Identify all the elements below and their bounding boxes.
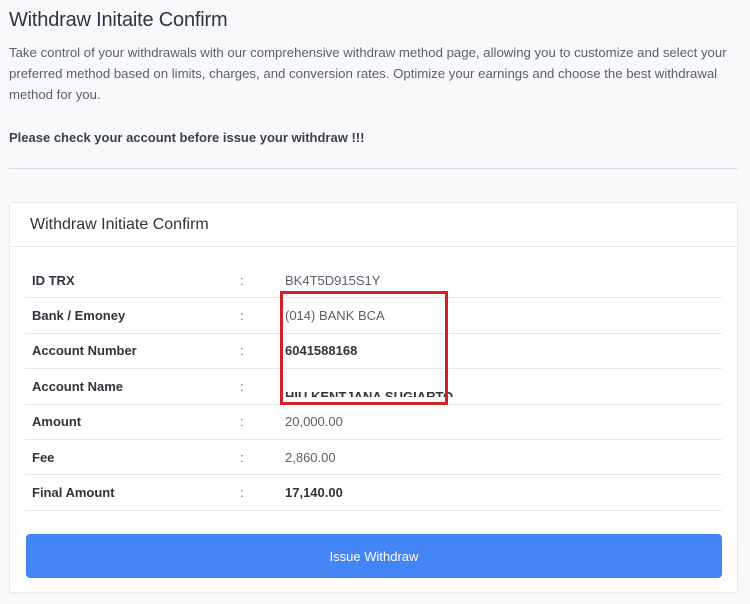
row-label: Fee [32,449,55,465]
card-header: Withdraw Initiate Confirm [10,203,737,247]
card-title: Withdraw Initiate Confirm [30,215,209,233]
row-value: HIU KENTJANA SUGIARTO [285,388,454,397]
row-separator: : [240,378,244,394]
divider [9,168,738,169]
detail-row-account-number: Account Number : 6041588168 [25,334,722,370]
row-label: Account Name [32,378,124,394]
row-label: Bank / Emoney [32,308,126,324]
page-description: Take control of your withdrawals with ou… [9,45,727,102]
row-separator: : [240,449,244,465]
row-separator: : [240,485,244,501]
withdraw-details-table: ID TRX : BK4T5D915S1Y Bank / Emoney : (0… [25,263,722,511]
withdraw-confirm-card: Withdraw Initiate Confirm ID TRX : BK4T5… [9,202,738,593]
row-label: Final Amount [32,485,115,501]
row-value: (014) BANK BCA [285,308,385,324]
issue-withdraw-button[interactable]: Issue Withdraw [26,534,722,578]
row-label: Account Number [32,343,137,359]
detail-row-id-trx: ID TRX : BK4T5D915S1Y [25,263,722,299]
detail-row-final-amount: Final Amount : 17,140.00 [25,475,722,511]
row-value: 17,140.00 [285,485,343,501]
row-value: 2,860.00 [285,449,336,465]
row-label: ID TRX [32,272,75,288]
row-separator: : [240,308,244,324]
row-separator: : [240,272,244,288]
row-separator: : [240,414,244,430]
page-title: Withdraw Initaite Confirm [9,9,228,31]
row-value: 6041588168 [285,343,358,359]
row-label: Amount [32,414,82,430]
warning-message: Please check your account before issue y… [9,130,365,145]
row-value: BK4T5D915S1Y [285,272,381,288]
detail-row-amount: Amount : 20,000.00 [25,405,722,440]
row-separator: : [240,343,244,359]
row-value: 20,000.00 [285,414,343,430]
detail-row-account-name: Account Name : HIU KENTJANA SUGIARTO [25,369,722,405]
detail-row-bank: Bank / Emoney : (014) BANK BCA [25,298,722,334]
detail-row-fee: Fee : 2,860.00 [25,440,722,476]
